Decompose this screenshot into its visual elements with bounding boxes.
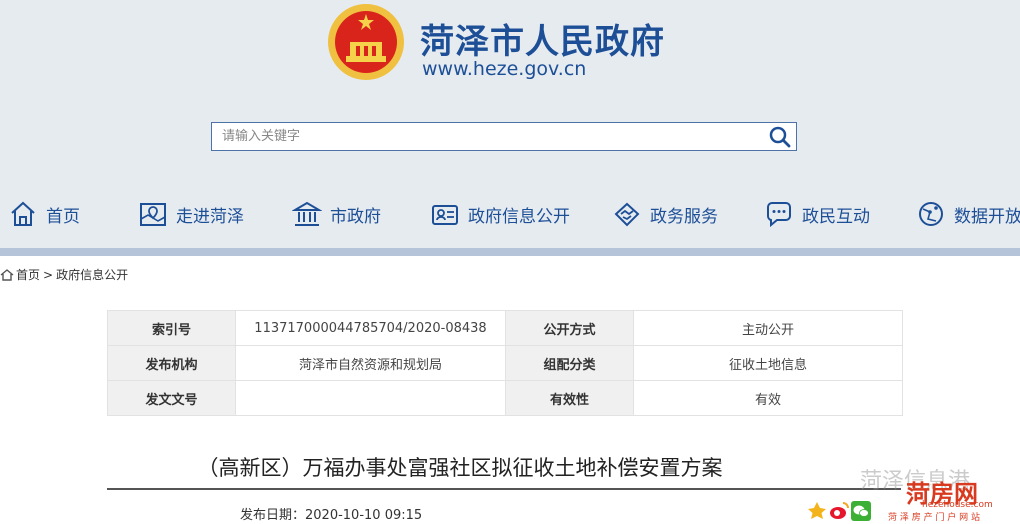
nav-label: 政务服务 [650,206,718,227]
breadcrumb-current-link[interactable]: 政府信息公开 [56,266,128,283]
search-input[interactable] [212,123,752,150]
table-value [235,380,506,416]
breadcrumb-home-link[interactable]: 首页 [16,266,40,283]
table-label: 有效性 [505,380,634,416]
nav-label: 政民互动 [802,206,870,227]
building-icon [292,201,322,226]
home-icon [0,268,14,281]
nav-label: 走进菏泽 [176,206,244,227]
info-card-icon [432,205,458,225]
breadcrumb: 首页 > 政府信息公开 [0,266,128,283]
table-row: 发文文号 有效性 有效 [107,380,903,416]
nav-item-city-government[interactable]: 市政府 [292,186,381,242]
search-icon[interactable] [768,125,792,149]
chat-icon [767,202,791,228]
nav-label: 政府信息公开 [468,206,570,227]
share-icons [806,500,872,522]
search-box [211,122,797,151]
national-emblem-icon [328,4,404,80]
nav-label: 数据开放 [954,206,1020,227]
qzone-share-icon[interactable] [806,500,828,522]
table-label: 组配分类 [505,345,634,381]
weibo-share-icon[interactable] [828,500,850,522]
globe-icon [919,202,943,226]
table-value: 有效 [633,380,903,416]
wechat-share-icon[interactable] [850,500,872,522]
table-label: 索引号 [107,310,236,346]
table-label: 发布机构 [107,345,236,381]
nav-item-gov-services[interactable]: 政务服务 [612,186,718,242]
nav-item-public-interaction[interactable]: 政民互动 [764,186,870,242]
table-row: 发布机构 菏泽市自然资源和规划局 组配分类 征收土地信息 [107,345,903,381]
table-label: 发文文号 [107,380,236,416]
nav-item-open-data[interactable]: 数据开放 [916,186,1020,242]
nav-label: 首页 [46,206,80,227]
table-value: 主动公开 [633,310,903,346]
publish-date-value: 2020-10-10 09:15 [305,508,423,523]
watermark-subtitle: 菏 泽 房 产 门 户 网 站 [888,513,981,523]
info-table: 索引号 11371700004478570​4/2020-08438 公开方式 … [107,310,903,416]
table-value: 11371700004478570​4/2020-08438 [235,310,506,346]
publish-date-label: 发布日期： [240,508,306,523]
nav-divider-bar [0,248,1020,256]
breadcrumb-separator: > [43,267,54,282]
article-title: （高新区）万福办事处富强社区拟征收土地补偿安置方案 [197,456,723,480]
home-icon [11,201,35,226]
table-row: 索引号 11371700004478570​4/2020-08438 公开方式 … [107,310,903,346]
watermark-url: hezehouse.com [922,500,993,510]
table-value: 菏泽市自然资源和规划局 [235,345,506,381]
nav-item-home[interactable]: 首页 [8,186,80,242]
nav-label: 市政府 [330,206,381,227]
site-header: 菏泽市人民政府 www.heze.gov.cn 首页 走进菏泽 [0,0,1020,250]
publish-date: 发布日期：2020-10-10 09:15 [240,504,422,523]
table-value: 征收土地信息 [633,345,903,381]
handshake-icon [614,202,640,227]
table-label: 公开方式 [505,310,634,346]
site-title: 菏泽市人民政府 [420,22,665,62]
site-url: www.heze.gov.cn [422,58,587,80]
main-nav: 首页 走进菏泽 市政府 政府信息公开 政务服务 政民互动 数据开放 [0,186,1020,242]
title-divider [107,488,901,490]
nav-item-gov-info-disclosure[interactable]: 政府信息公开 [430,186,570,242]
map-icon [140,203,166,226]
nav-item-about-heze[interactable]: 走进菏泽 [138,186,244,242]
